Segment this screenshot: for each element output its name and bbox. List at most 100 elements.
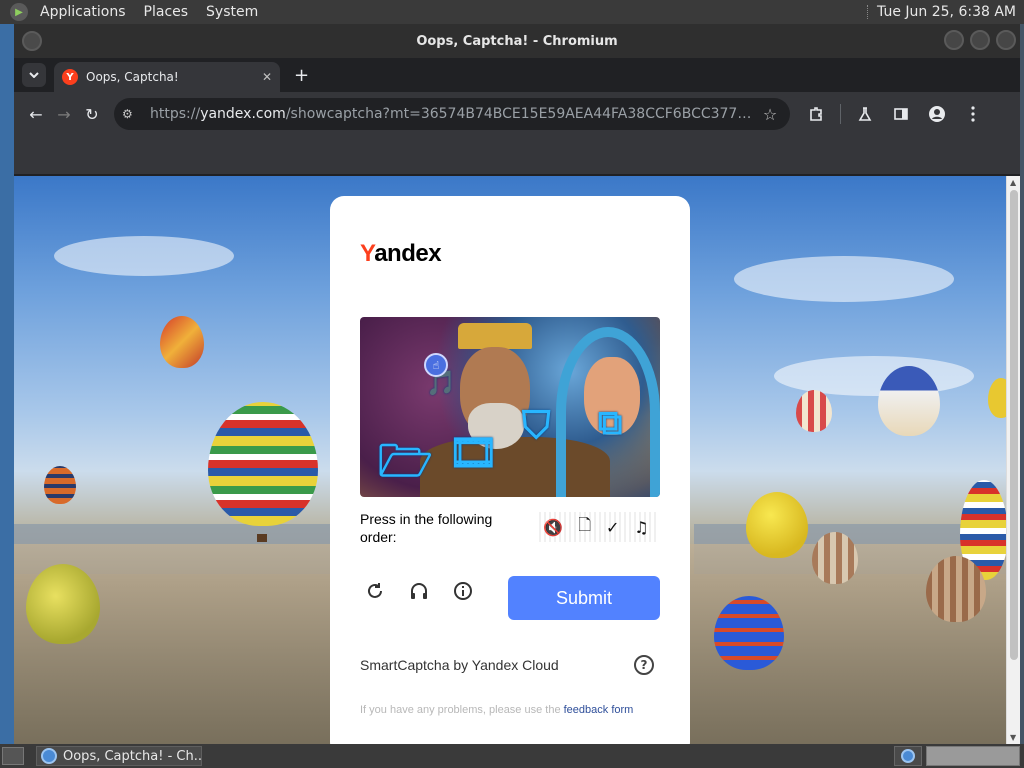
order-glyph-icon: 🗋: [578, 514, 592, 534]
hot-air-balloon: [926, 556, 986, 622]
feedback-link[interactable]: feedback form: [564, 704, 634, 716]
refresh-icon: [368, 583, 382, 598]
captcha-glyph-icon[interactable]: 🎞: [448, 429, 499, 476]
page-scrollbar[interactable]: ▲ ▼: [1006, 176, 1020, 744]
scroll-thumb[interactable]: [1010, 190, 1018, 660]
captcha-card: Yandex 🎵 🗁 🎞 ⛉ ⧉ ☝ Press in the followin…: [330, 196, 690, 744]
captcha-instruction: Press in the following order:: [360, 511, 493, 545]
info-button[interactable]: [448, 576, 478, 606]
window-buttons: [944, 30, 1016, 50]
refresh-button[interactable]: [360, 576, 390, 606]
url-path: /showcaptcha?mt=36574B74BCE15E59AEA44FA3…: [285, 106, 758, 122]
bookmark-star-icon[interactable]: ☆: [758, 105, 782, 124]
address-bar[interactable]: ⚙ https://yandex.com/showcaptcha?mt=3657…: [114, 98, 790, 130]
hot-air-balloon: [208, 402, 318, 526]
chromium-icon: [41, 748, 57, 764]
maximize-button[interactable]: [970, 30, 990, 50]
captcha-controls: [360, 576, 478, 606]
captcha-order-strip: 🔇 🗋 ✓ ♫: [536, 512, 656, 542]
chromium-tray-icon: [901, 749, 915, 763]
yandex-favicon-icon: Y: [62, 69, 78, 85]
info-icon: [454, 582, 472, 600]
hot-air-balloon: [26, 564, 100, 644]
audio-button[interactable]: [404, 576, 434, 606]
captcha-glyph-icon[interactable]: ⧉: [598, 403, 622, 443]
feedback-note: If you have any problems, please use the…: [360, 702, 660, 718]
window-menu-icon[interactable]: [22, 31, 42, 51]
minimize-button[interactable]: [944, 30, 964, 50]
powered-by-text: SmartCaptcha by Yandex Cloud: [360, 657, 559, 673]
browser-toolbar: ← → ↻ ⚙ https://yandex.com/showcaptcha?m…: [14, 92, 1020, 136]
extensions-icon[interactable]: [802, 100, 830, 128]
hot-air-balloon: [160, 316, 204, 368]
window-title: Oops, Captcha! - Chromium: [416, 33, 618, 49]
menu-system[interactable]: System: [200, 4, 264, 20]
hot-air-balloon: [812, 532, 858, 584]
page-viewport: ▲ ▼ Yandex 🎵 🗁 🎞 ⛉ ⧉ ☝ Press in the foll…: [14, 176, 1020, 744]
order-glyph-icon: ✓: [605, 517, 620, 537]
hot-air-balloon: [44, 466, 76, 504]
menu-places[interactable]: Places: [138, 4, 195, 20]
captcha-glyph-icon[interactable]: ⛉: [522, 403, 551, 448]
window-titlebar[interactable]: Oops, Captcha! - Chromium: [14, 24, 1020, 58]
tab-strip: Y Oops, Captcha! ✕ +: [14, 58, 1020, 92]
desktop-background: [0, 24, 14, 744]
tab-close-icon[interactable]: ✕: [262, 70, 272, 84]
new-tab-button[interactable]: +: [294, 65, 309, 86]
url-host: yandex.com: [200, 106, 286, 122]
toolbar-right-group: [802, 100, 987, 128]
desktop-background-right: [1020, 24, 1024, 744]
order-glyph-icon: 🔇: [543, 517, 564, 537]
labs-flask-icon[interactable]: [851, 100, 879, 128]
show-desktop-button[interactable]: [2, 747, 24, 765]
hot-air-balloon: [878, 366, 940, 436]
feedback-text: If you have any problems, please use the: [360, 704, 564, 716]
logo-y: Y: [360, 240, 375, 267]
hot-air-balloon: [746, 492, 808, 558]
captcha-glyph-icon[interactable]: 🗁: [378, 429, 433, 497]
menu-applications[interactable]: Applications: [34, 4, 132, 20]
submit-button[interactable]: Submit: [508, 576, 660, 620]
scroll-up-arrow-icon[interactable]: ▲: [1010, 178, 1016, 187]
cloud: [774, 356, 974, 396]
order-glyph-icon: ♫: [634, 517, 649, 537]
clock[interactable]: Tue Jun 25, 6:38 AM: [877, 4, 1016, 20]
captcha-image[interactable]: 🎵 🗁 🎞 ⛉ ⧉ ☝: [360, 317, 660, 497]
cloud: [54, 236, 234, 276]
scroll-down-arrow-icon[interactable]: ▼: [1010, 733, 1016, 742]
top-panel: ▶ Applications Places System Tue Jun 25,…: [0, 0, 1024, 24]
site-info-icon[interactable]: ⚙: [122, 107, 146, 121]
crown: [458, 323, 532, 349]
url-text: https://yandex.com/showcaptcha?mt=36574B…: [150, 106, 758, 122]
logo-rest: andex: [374, 240, 442, 267]
back-button[interactable]: ←: [22, 100, 50, 128]
tab-active[interactable]: Y Oops, Captcha! ✕: [54, 62, 280, 92]
chevron-down-icon: [29, 72, 39, 78]
kebab-menu-icon[interactable]: [959, 100, 987, 128]
browser-window: Oops, Captcha! - Chromium Y Oops, Captch…: [14, 24, 1020, 744]
close-window-button[interactable]: [996, 30, 1016, 50]
tab-title: Oops, Captcha!: [86, 70, 179, 84]
taskbar: Oops, Captcha! - Ch...: [0, 744, 1024, 768]
workspace-switcher[interactable]: [894, 746, 922, 766]
tab-search-button[interactable]: [22, 63, 46, 87]
click-marker-icon[interactable]: ☝: [424, 353, 448, 377]
headphones-icon: [411, 583, 427, 599]
reload-button[interactable]: ↻: [78, 100, 106, 128]
taskbar-item-label: Oops, Captcha! - Ch...: [63, 748, 202, 764]
workspace-pager[interactable]: [926, 746, 1020, 766]
balloon-basket: [257, 534, 267, 542]
forward-button[interactable]: →: [50, 100, 78, 128]
hot-air-balloon: [714, 596, 784, 670]
url-scheme: https://: [150, 106, 201, 122]
help-icon[interactable]: ?: [634, 655, 654, 675]
profile-avatar-icon[interactable]: [923, 100, 951, 128]
side-panel-icon[interactable]: [887, 100, 915, 128]
cloud: [734, 256, 954, 302]
applications-icon[interactable]: ▶: [10, 3, 28, 21]
toolbar-divider: [840, 104, 841, 124]
hot-air-balloon: [796, 390, 832, 432]
taskbar-item-chromium[interactable]: Oops, Captcha! - Ch...: [36, 746, 202, 766]
panel-separator: [867, 5, 869, 19]
yandex-logo: Yandex: [360, 240, 442, 268]
